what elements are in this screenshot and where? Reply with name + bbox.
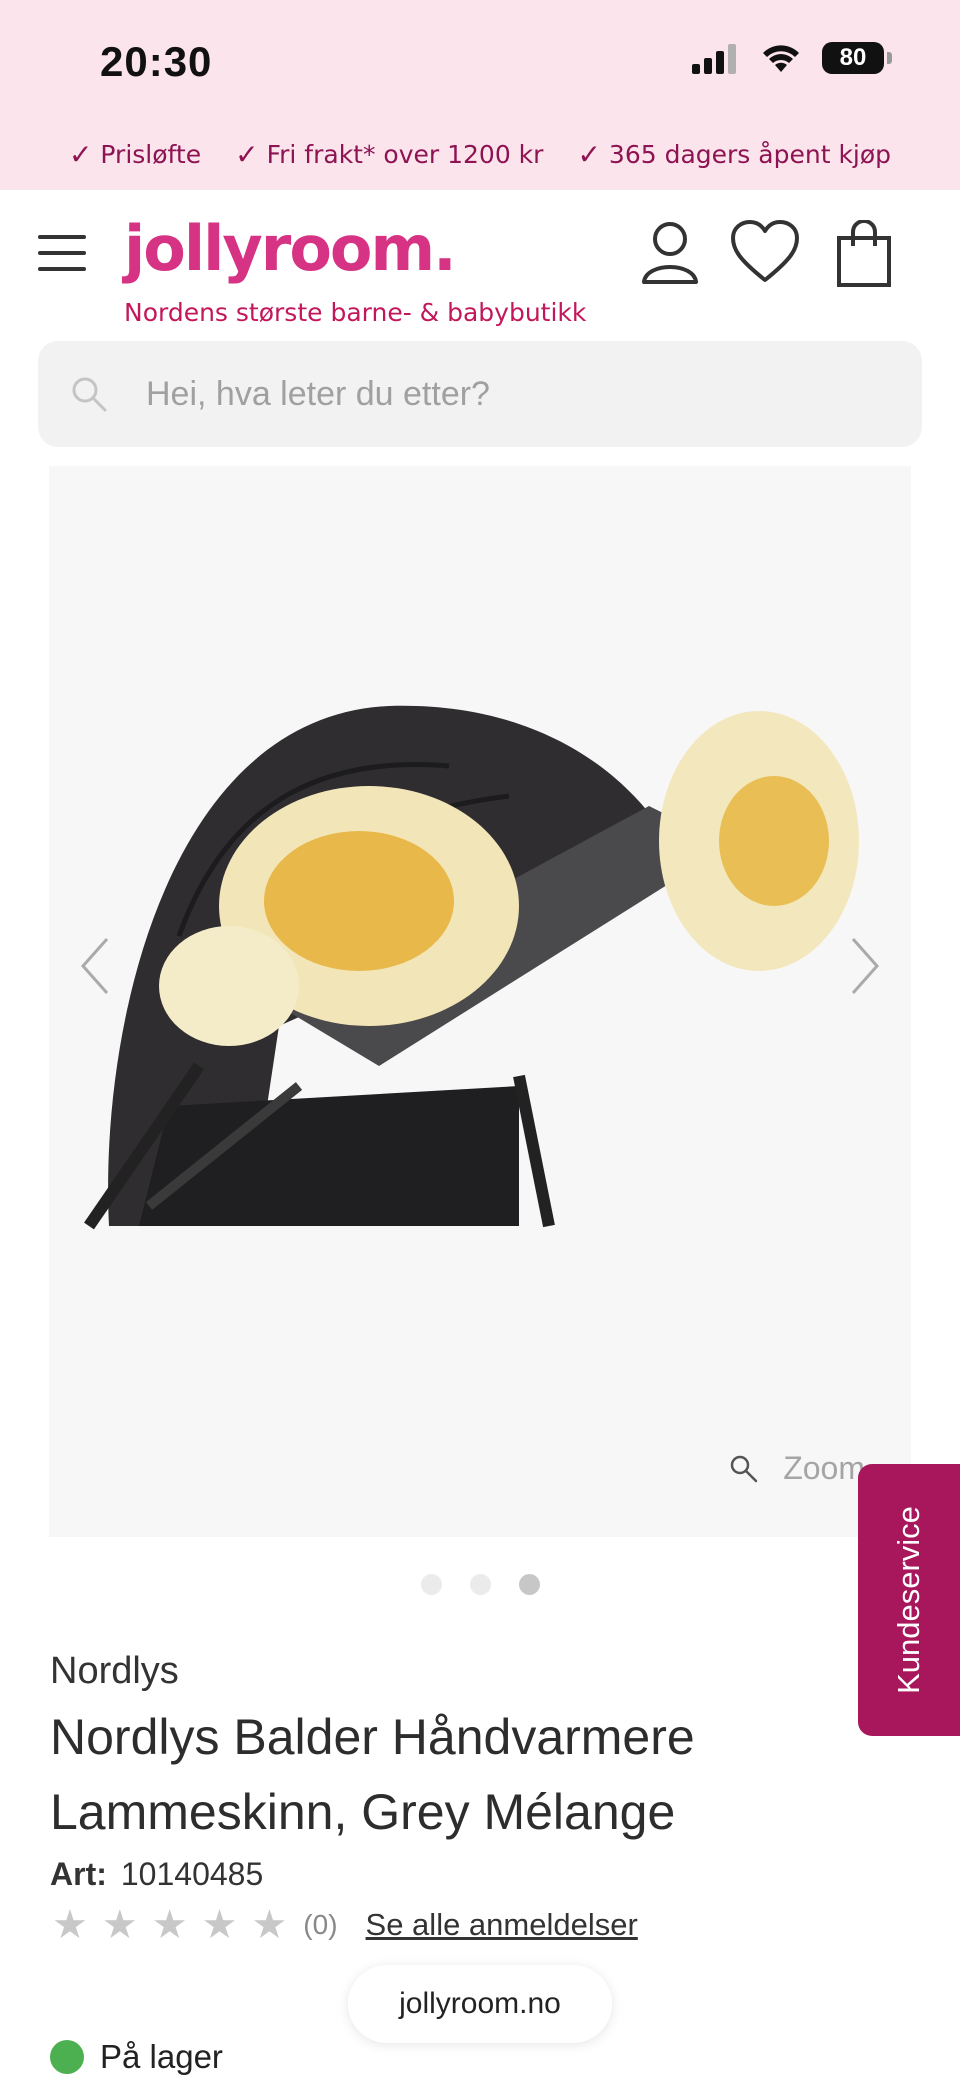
shopping-bag-icon[interactable] [836, 220, 892, 288]
usp-item: ✓ Prisløfte [68, 137, 202, 171]
zoom-label: Zoom [783, 1450, 865, 1486]
zoom-button[interactable]: Zoom [729, 1450, 865, 1487]
carousel-dot-active[interactable] [518, 1574, 540, 1595]
hamburger-menu-icon[interactable] [38, 235, 86, 271]
stock-status: På lager [50, 2038, 223, 2076]
magnifier-icon [730, 1455, 758, 1482]
star-icon: ★ [52, 1903, 88, 1947]
top-banner: 20:30 80 ✓ Prisløfte ✓ Fri frakt* over 1… [0, 0, 960, 190]
star-icon: ★ [151, 1903, 188, 1947]
account-icon[interactable] [640, 220, 700, 284]
star-icon: ★ [251, 1903, 288, 1947]
status-icons: 80 [692, 42, 892, 74]
customer-service-tab[interactable]: Kundeservice [858, 1464, 960, 1736]
check-icon: ✓ [68, 137, 93, 171]
product-image-gallery[interactable]: Zoom [49, 466, 911, 1537]
check-icon: ✓ [235, 137, 259, 171]
site-header: jollyroom. Nordens største barne- & baby… [0, 190, 960, 335]
in-stock-indicator-icon [50, 2040, 84, 2074]
product-title: Nordlys Balder Håndvarmere Lammeskinn, G… [50, 1709, 695, 1840]
next-image-arrow-icon[interactable] [839, 931, 889, 1001]
wifi-icon [763, 45, 799, 72]
usp-strip: ✓ Prisløfte ✓ Fri frakt* over 1200 kr ✓ … [0, 130, 960, 178]
star-icon: ★ [101, 1903, 138, 1947]
article-value: 10140485 [120, 1856, 264, 1892]
review-count: (0) [303, 1909, 338, 1940]
search-icon [72, 377, 107, 412]
wishlist-heart-icon[interactable] [730, 220, 800, 284]
check-icon: ✓ [577, 137, 601, 171]
url-pill[interactable]: jollyroom.no [348, 1965, 612, 2043]
search-bar[interactable] [38, 341, 922, 447]
star-icon: ★ [201, 1903, 238, 1947]
battery-icon: 80 [822, 42, 892, 74]
article-number: Art: 10140485 [50, 1856, 263, 1893]
carousel-dots [0, 1574, 960, 1595]
customer-service-label: Kundeservice [891, 1506, 926, 1694]
jollyroom-logo[interactable]: jollyroom. [124, 212, 457, 285]
usp-item: ✓ 365 dagers åpent kjøp [577, 137, 892, 171]
stock-text: På lager [100, 2038, 223, 2075]
product-image [84, 705, 859, 1230]
search-input[interactable] [146, 374, 846, 414]
usp-item: ✓ Fri frakt* over 1200 kr [235, 137, 544, 171]
article-label: Art: [50, 1856, 107, 1892]
product-brand[interactable]: Nordlys [50, 1650, 179, 1693]
rating-row: ★ ★ ★ ★ ★ (0) Se alle anmeldelser [52, 1905, 638, 1945]
tagline: Nordens største barne- & babybutikk [124, 298, 587, 327]
previous-image-arrow-icon[interactable] [71, 931, 121, 1001]
signal-icon [692, 44, 736, 74]
carousel-dot[interactable] [420, 1574, 442, 1595]
carousel-dot[interactable] [469, 1574, 491, 1595]
see-all-reviews-link[interactable]: Se alle anmeldelser [366, 1907, 638, 1943]
status-time: 20:30 [100, 38, 213, 85]
